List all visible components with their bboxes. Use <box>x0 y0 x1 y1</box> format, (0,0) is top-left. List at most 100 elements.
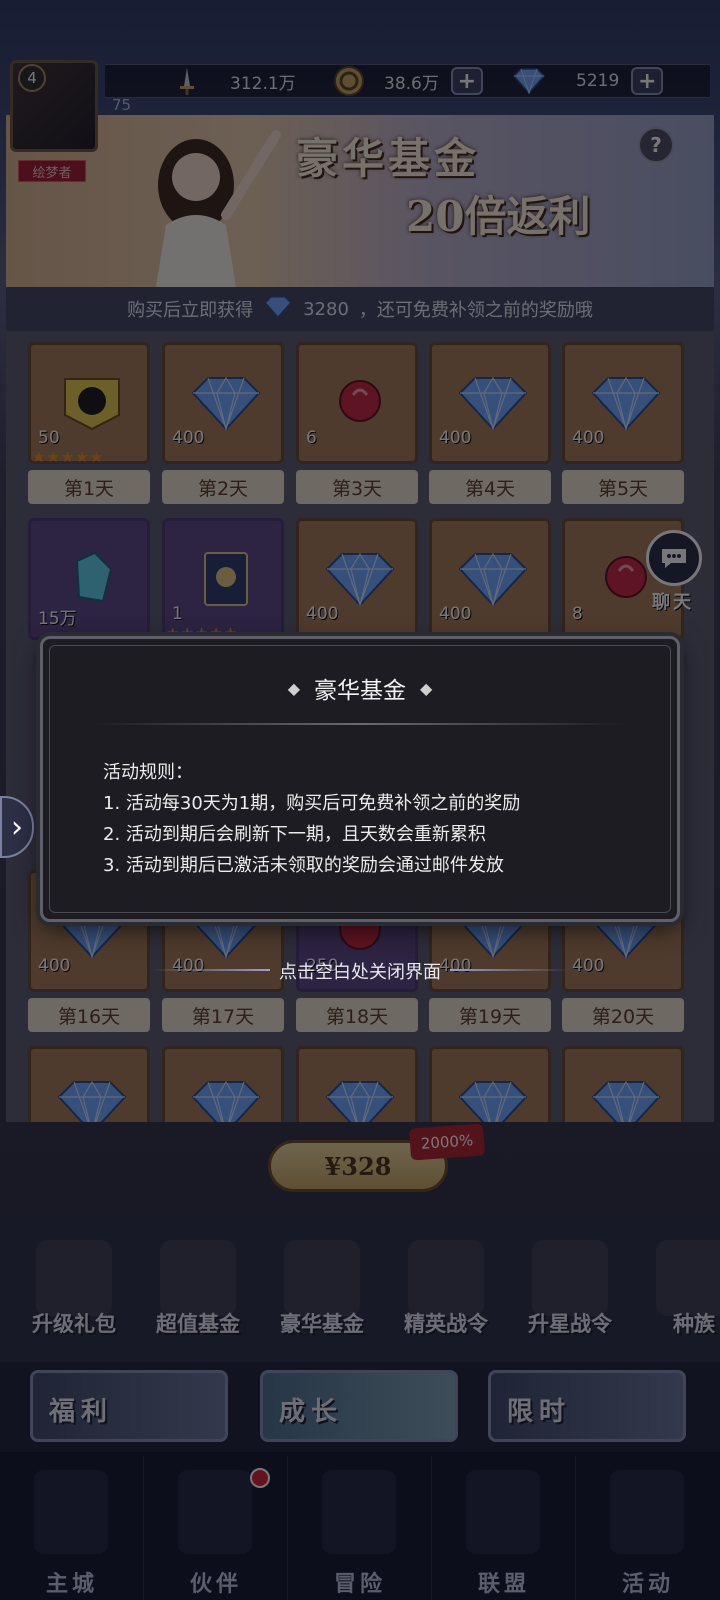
reward-cell[interactable] <box>162 1040 284 1122</box>
reward-cell[interactable] <box>562 1040 684 1122</box>
close-hint[interactable]: 点击空白处关闭界面 <box>0 958 720 984</box>
banner-title-line1: 豪华基金 <box>296 134 481 183</box>
resource-bar: 312.1万 38.6万 + 5219 + <box>0 52 720 112</box>
nav-events[interactable]: 活动 <box>576 1456 720 1600</box>
reward-cell[interactable]: 400 第2天 <box>162 336 284 506</box>
reward-amount: 400 <box>439 428 472 448</box>
reward-cell[interactable]: 400 第5天 <box>562 336 684 506</box>
nav-label: 活动 <box>621 1571 674 1597</box>
reward-day-label: 第18天 <box>296 998 418 1032</box>
reward-day-label: 第17天 <box>162 998 284 1032</box>
gold-coin-icon <box>332 64 366 98</box>
diamond-icon <box>458 552 528 607</box>
notice-prefix: 购买后立即获得 <box>127 300 254 321</box>
tab-label: 福利 <box>49 1397 114 1427</box>
reward-cell[interactable]: 50 ★★★★★ 第1天 <box>28 336 150 506</box>
add-gold-button[interactable]: + <box>450 67 483 95</box>
gold-value: 38.6万 <box>384 73 439 94</box>
diamond-icon <box>263 295 293 323</box>
power-value: 312.1万 <box>230 73 296 94</box>
diamond-icon <box>512 64 546 98</box>
sword-icon <box>170 64 204 98</box>
reward-amount: 15万 <box>38 609 77 629</box>
category-label: 升级礼包 <box>32 1311 116 1336</box>
cards-icon <box>610 1470 684 1554</box>
category-elite-pass[interactable]: 精英战令 <box>384 1230 504 1360</box>
reward-day-label: 第3天 <box>296 470 418 504</box>
chat-button[interactable]: 聊天 <box>640 530 706 613</box>
tab-label: 成长 <box>279 1397 344 1427</box>
reward-cell[interactable]: 400 第4天 <box>429 336 551 506</box>
nav-alliance[interactable]: 联盟 <box>432 1456 576 1600</box>
rose-icon <box>339 380 381 422</box>
category-art <box>160 1240 236 1316</box>
chat-bubble-icon <box>646 530 702 586</box>
hat-icon <box>178 1470 252 1554</box>
power-resource: 312.1万 <box>170 64 296 98</box>
diamond-icon <box>191 1080 261 1122</box>
category-value-fund[interactable]: 超值基金 <box>136 1230 256 1360</box>
reward-cell[interactable] <box>28 1040 150 1122</box>
bonus-badge: 2000% <box>408 1123 486 1161</box>
tab-label: 限时 <box>507 1397 572 1427</box>
rule-item: 1. 活动每30天为1期，购买后可免费补领之前的奖励 <box>103 793 521 814</box>
category-label: 种族 <box>673 1311 715 1336</box>
crystal-icon <box>75 551 113 603</box>
category-star-pass[interactable]: 升星战令 <box>508 1230 628 1360</box>
diamond-icon <box>191 376 261 431</box>
tab-limited[interactable]: 限时 <box>488 1370 686 1442</box>
diamond-icon <box>458 1080 528 1122</box>
tab-welfare[interactable]: 福利 <box>30 1370 228 1442</box>
category-label: 超值基金 <box>156 1311 240 1336</box>
reward-icon-box <box>562 1046 684 1122</box>
category-art <box>532 1240 608 1316</box>
diamond-icon <box>57 1080 127 1122</box>
category-deluxe-fund[interactable]: 豪华基金 <box>260 1230 380 1360</box>
notification-dot <box>250 1468 270 1488</box>
category-race[interactable]: 种族 <box>632 1230 720 1360</box>
player-avatar[interactable]: 4 75 绘梦者 <box>4 60 131 190</box>
diamond-icon <box>325 552 395 607</box>
castle-icon <box>34 1470 108 1554</box>
ornament-icon: ◆ <box>287 678 300 698</box>
reward-amount: 6 <box>306 428 317 448</box>
reward-day-label: 第20天 <box>562 998 684 1032</box>
category-art <box>36 1240 112 1316</box>
category-art <box>656 1240 720 1316</box>
reward-amount: 1 <box>172 604 183 624</box>
category-label: 精英战令 <box>404 1311 488 1336</box>
purchase-notice: 购买后立即获得 3280 ，还可免费补领之前的奖励哦 <box>6 287 714 331</box>
rules-dialog: ◆ 豪华基金 ◆ 活动规则： 1. 活动每30天为1期，购买后可免费补领之前的奖… <box>40 636 680 922</box>
player-title-tag: 绘梦者 <box>18 160 86 182</box>
diamond-resource: 5219 + <box>512 64 664 98</box>
fund-banner: 豪华基金 20倍返利 ? <box>6 115 714 287</box>
category-label: 豪华基金 <box>280 1311 364 1336</box>
reward-amount: 400 <box>172 428 205 448</box>
card-icon <box>204 552 248 606</box>
reward-cell[interactable] <box>296 1040 418 1122</box>
sub-nav: 福利 成长 限时 <box>0 1362 720 1452</box>
help-button[interactable]: ? <box>638 127 674 163</box>
reward-amount: 400 <box>306 604 339 624</box>
nav-main-city[interactable]: 主城 <box>0 1456 144 1600</box>
add-diamond-button[interactable]: + <box>631 67 664 95</box>
nav-partners[interactable]: 伙伴 <box>144 1456 288 1600</box>
reward-day-label: 第4天 <box>429 470 551 504</box>
shield-icon <box>466 1470 540 1554</box>
bottom-nav: 主城 伙伴 冒险 联盟 活动 <box>0 1452 720 1600</box>
reward-day-label: 第2天 <box>162 470 284 504</box>
dialog-divider <box>93 723 627 725</box>
reward-day-label: 第1天 <box>28 470 150 504</box>
reward-cell[interactable] <box>429 1040 551 1122</box>
category-art <box>284 1240 360 1316</box>
reward-day-label: 第19天 <box>429 998 551 1032</box>
tab-growth[interactable]: 成长 <box>260 1370 458 1442</box>
reward-day-label: 第5天 <box>562 470 684 504</box>
reward-cell[interactable]: 6 第3天 <box>296 336 418 506</box>
reward-stars: ★★★★★ <box>32 448 105 466</box>
category-upgrade-pack[interactable]: 升级礼包 <box>12 1230 132 1360</box>
ornament-icon: ◆ <box>420 678 433 698</box>
notice-amount: 3280 <box>303 298 349 320</box>
rules-text: 活动规则： 1. 活动每30天为1期，购买后可免费补领之前的奖励 2. 活动到期… <box>103 757 520 881</box>
nav-adventure[interactable]: 冒险 <box>288 1456 432 1600</box>
